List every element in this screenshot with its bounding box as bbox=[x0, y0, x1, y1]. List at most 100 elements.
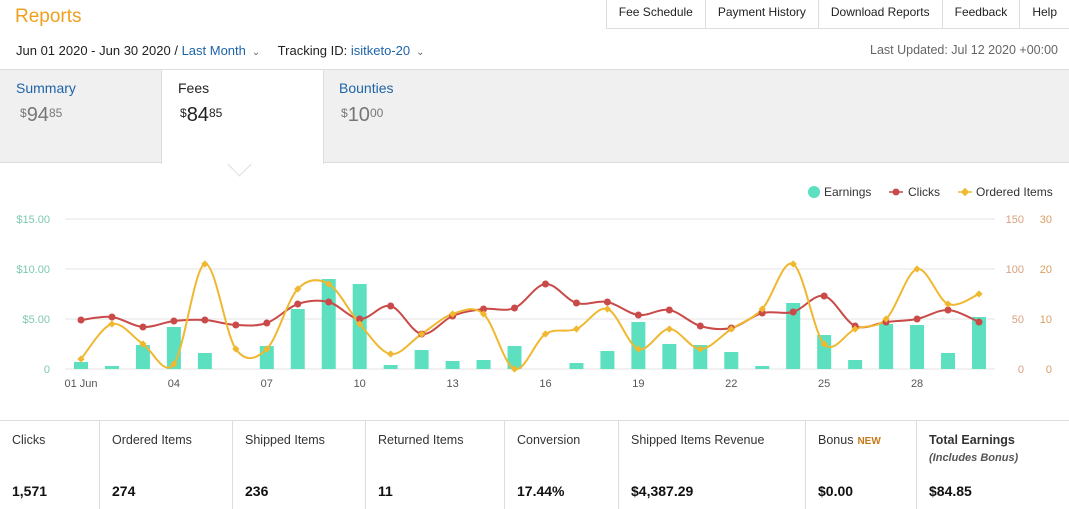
x-tick-label: 19 bbox=[632, 378, 644, 390]
y-tick-ordered: 10 bbox=[1040, 314, 1052, 326]
earnings-bar bbox=[941, 353, 956, 369]
chevron-down-icon[interactable]: ⌄ bbox=[416, 47, 424, 58]
page-title: Reports bbox=[15, 6, 82, 27]
stat-value: 1,571 bbox=[12, 483, 48, 499]
clicks-line bbox=[80, 283, 980, 336]
y-axis-ordered: 30 20 10 0 bbox=[1040, 214, 1052, 376]
stat-shipped-items: Shipped Items 236 bbox=[233, 421, 366, 509]
stat-total-earnings: Total Earnings (Includes Bonus) $84.85 bbox=[917, 421, 1069, 509]
clicks-point bbox=[820, 292, 828, 300]
y-tick-earnings: $15.00 bbox=[16, 214, 50, 226]
stat-clicks: Clicks 1,571 bbox=[0, 421, 100, 509]
clicks-point bbox=[975, 318, 983, 326]
stat-label: Shipped Items bbox=[245, 433, 325, 447]
legend-earnings-marker bbox=[808, 186, 820, 198]
legend-clicks-marker bbox=[892, 188, 900, 196]
x-axis: 01 Jun 04 07 10 13 16 19 22 25 28 bbox=[64, 378, 923, 390]
clicks-point bbox=[170, 317, 178, 325]
date-preset-dropdown[interactable]: Last Month bbox=[182, 43, 246, 58]
tab-bounties[interactable]: Bounties $1000 bbox=[339, 70, 479, 162]
clicks-point bbox=[603, 298, 611, 306]
stat-label: Ordered Items bbox=[112, 433, 192, 447]
clicks-point bbox=[139, 323, 147, 331]
earnings-bar bbox=[197, 353, 212, 369]
y-tick-earnings: $5.00 bbox=[22, 314, 50, 326]
stat-value: $4,387.29 bbox=[631, 483, 694, 499]
clicks-point bbox=[789, 308, 797, 316]
y-tick-clicks: 50 bbox=[1012, 314, 1024, 326]
clicks-point bbox=[665, 306, 673, 314]
earnings-bar bbox=[74, 362, 88, 369]
stat-label: Clicks bbox=[12, 433, 46, 447]
legend-clicks: Clicks bbox=[908, 185, 940, 199]
tab-fees-amount: $8485 bbox=[180, 104, 223, 126]
x-tick-label: 22 bbox=[725, 378, 737, 390]
stat-value: 17.44% bbox=[517, 483, 565, 499]
stat-value: 236 bbox=[245, 483, 269, 499]
nav-fee-schedule[interactable]: Fee Schedule bbox=[605, 0, 705, 28]
y-tick-earnings: $10.00 bbox=[16, 264, 50, 276]
tab-bounties-label: Bounties bbox=[339, 80, 394, 96]
y-tick-ordered: 20 bbox=[1040, 264, 1052, 276]
clicks-point bbox=[201, 316, 209, 324]
ordered-items-point bbox=[108, 320, 116, 328]
x-tick-label: 16 bbox=[539, 378, 551, 390]
x-tick-label: 07 bbox=[261, 378, 273, 390]
date-range: Jun 01 2020 - Jun 30 2020 bbox=[16, 43, 171, 58]
y-tick-ordered: 30 bbox=[1040, 214, 1052, 226]
clicks-point bbox=[263, 319, 271, 327]
stat-value: $0.00 bbox=[818, 483, 854, 499]
ordered-items-point bbox=[386, 350, 395, 358]
stat-label: Returned Items bbox=[378, 433, 464, 447]
x-tick-label: 04 bbox=[168, 378, 180, 390]
chevron-down-icon[interactable]: ⌄ bbox=[252, 47, 260, 58]
clicks-point bbox=[913, 315, 921, 323]
stat-label: Bonus NEW bbox=[818, 433, 881, 447]
earnings-chart: Earnings Clicks Ordered Items $15.00 $10.… bbox=[16, 185, 1053, 390]
stat-label: Conversion bbox=[517, 433, 581, 447]
stat-ordered-items: Ordered Items 274 bbox=[100, 421, 233, 509]
earnings-bar bbox=[848, 360, 863, 369]
stat-sublabel: (Includes Bonus) bbox=[929, 452, 1019, 464]
stat-returned-items: Returned Items 11 bbox=[366, 421, 505, 509]
stat-conversion: Conversion 17.44% bbox=[505, 421, 619, 509]
clicks-point bbox=[294, 300, 302, 308]
tracking-label: Tracking ID: bbox=[277, 43, 348, 58]
earnings-bar bbox=[755, 366, 770, 369]
tab-fees-label: Fees bbox=[178, 80, 210, 96]
stat-value: $84.85 bbox=[929, 483, 972, 499]
clicks-point bbox=[511, 304, 519, 312]
ordered-items-point bbox=[975, 290, 983, 298]
nav-payment-history[interactable]: Payment History bbox=[704, 0, 818, 28]
y-tick-clicks: 0 bbox=[1018, 364, 1024, 376]
y-tick-clicks: 150 bbox=[1006, 214, 1024, 226]
nav-feedback[interactable]: Feedback bbox=[941, 0, 1020, 28]
earnings-bar bbox=[910, 325, 925, 369]
earnings-bar bbox=[817, 335, 832, 369]
nav-help[interactable]: Help bbox=[1019, 0, 1069, 28]
x-tick-label: 25 bbox=[818, 378, 830, 390]
tracking-id-dropdown[interactable]: isitketo-20 bbox=[351, 43, 410, 58]
stat-value: 274 bbox=[112, 483, 136, 499]
last-updated: Last Updated: Jul 12 2020 +00:00 bbox=[870, 43, 1058, 57]
earnings-bar bbox=[600, 351, 615, 369]
y-axis-earnings: $15.00 $10.00 $5.00 0 bbox=[16, 214, 50, 376]
legend-ordered-marker bbox=[960, 187, 970, 197]
earnings-bar bbox=[321, 279, 336, 369]
report-tabs: Summary $9485 Fees $8485 Bounties $1000 bbox=[0, 69, 1069, 164]
earnings-bar bbox=[445, 361, 460, 369]
earnings-bar bbox=[476, 360, 491, 369]
tab-summary[interactable]: Summary $9485 bbox=[16, 70, 156, 162]
tab-summary-amount: $9485 bbox=[20, 104, 63, 126]
chart-legend: Earnings Clicks Ordered Items bbox=[808, 185, 1053, 199]
stat-bonus: Bonus NEW $0.00 bbox=[806, 421, 917, 509]
clicks-point bbox=[108, 313, 116, 321]
y-tick-ordered: 0 bbox=[1046, 364, 1052, 376]
y-tick-clicks: 100 bbox=[1006, 264, 1024, 276]
stat-label: Shipped Items Revenue bbox=[631, 433, 765, 447]
legend-earnings: Earnings bbox=[824, 185, 871, 199]
nav-download-reports[interactable]: Download Reports bbox=[817, 0, 942, 28]
stat-label: Total Earnings bbox=[929, 433, 1015, 447]
legend-ordered-items: Ordered Items bbox=[976, 185, 1053, 199]
tab-fees[interactable]: Fees $8485 bbox=[161, 70, 324, 164]
